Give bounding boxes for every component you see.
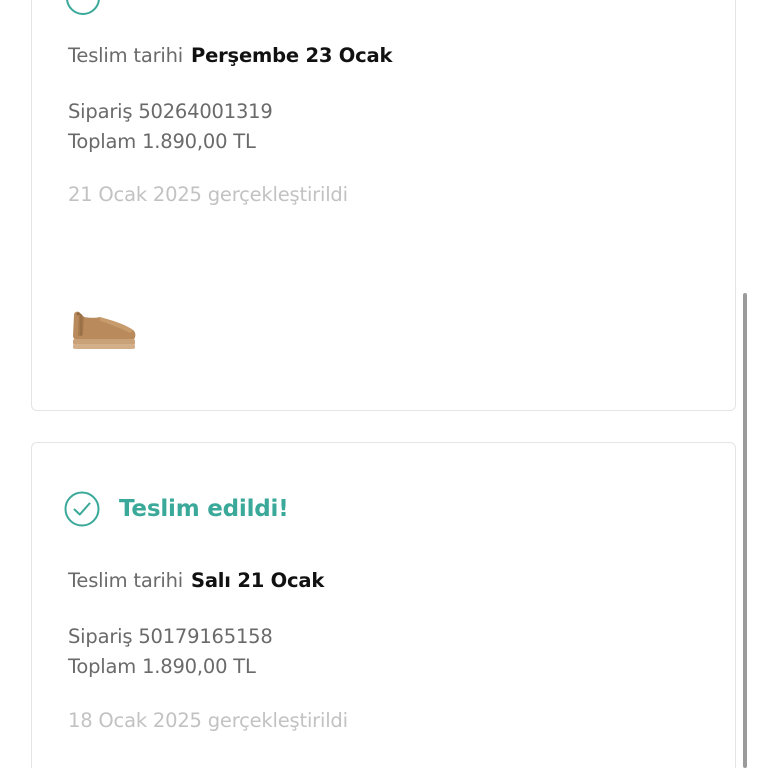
delivery-date: Perşembe 23 Ocak <box>191 44 393 67</box>
delivery-date: Salı 21 Ocak <box>191 569 325 592</box>
order-number: Sipariş 50264001319 <box>68 100 273 123</box>
check-circle-icon <box>64 491 100 527</box>
order-card[interactable]: Teslim edildi! Teslim tarihi Salı 21 Ocak… <box>31 442 736 768</box>
order-placed-date: 21 Ocak 2025 gerçekleştirildi <box>68 183 348 206</box>
check-circle-icon <box>66 0 100 15</box>
product-thumbnail[interactable] <box>70 309 140 353</box>
delivery-status: Teslim edildi! <box>64 491 289 527</box>
delivery-label: Teslim tarihi <box>68 569 183 592</box>
scrollbar[interactable] <box>743 293 747 768</box>
orders-list: Teslim tarihi Perşembe 23 Ocak Sipariş 50… <box>0 0 768 768</box>
status-label: Teslim edildi! <box>119 496 289 522</box>
order-placed-date: 18 Ocak 2025 gerçekleştirildi <box>68 709 348 732</box>
order-total: Toplam 1.890,00 TL <box>68 130 256 153</box>
delivery-info: Teslim tarihi Perşembe 23 Ocak <box>68 44 392 67</box>
order-number: Sipariş 50179165158 <box>68 625 273 648</box>
delivery-info: Teslim tarihi Salı 21 Ocak <box>68 569 324 592</box>
delivery-label: Teslim tarihi <box>68 44 183 67</box>
order-card[interactable]: Teslim tarihi Perşembe 23 Ocak Sipariş 50… <box>31 0 736 411</box>
order-total: Toplam 1.890,00 TL <box>68 655 256 678</box>
